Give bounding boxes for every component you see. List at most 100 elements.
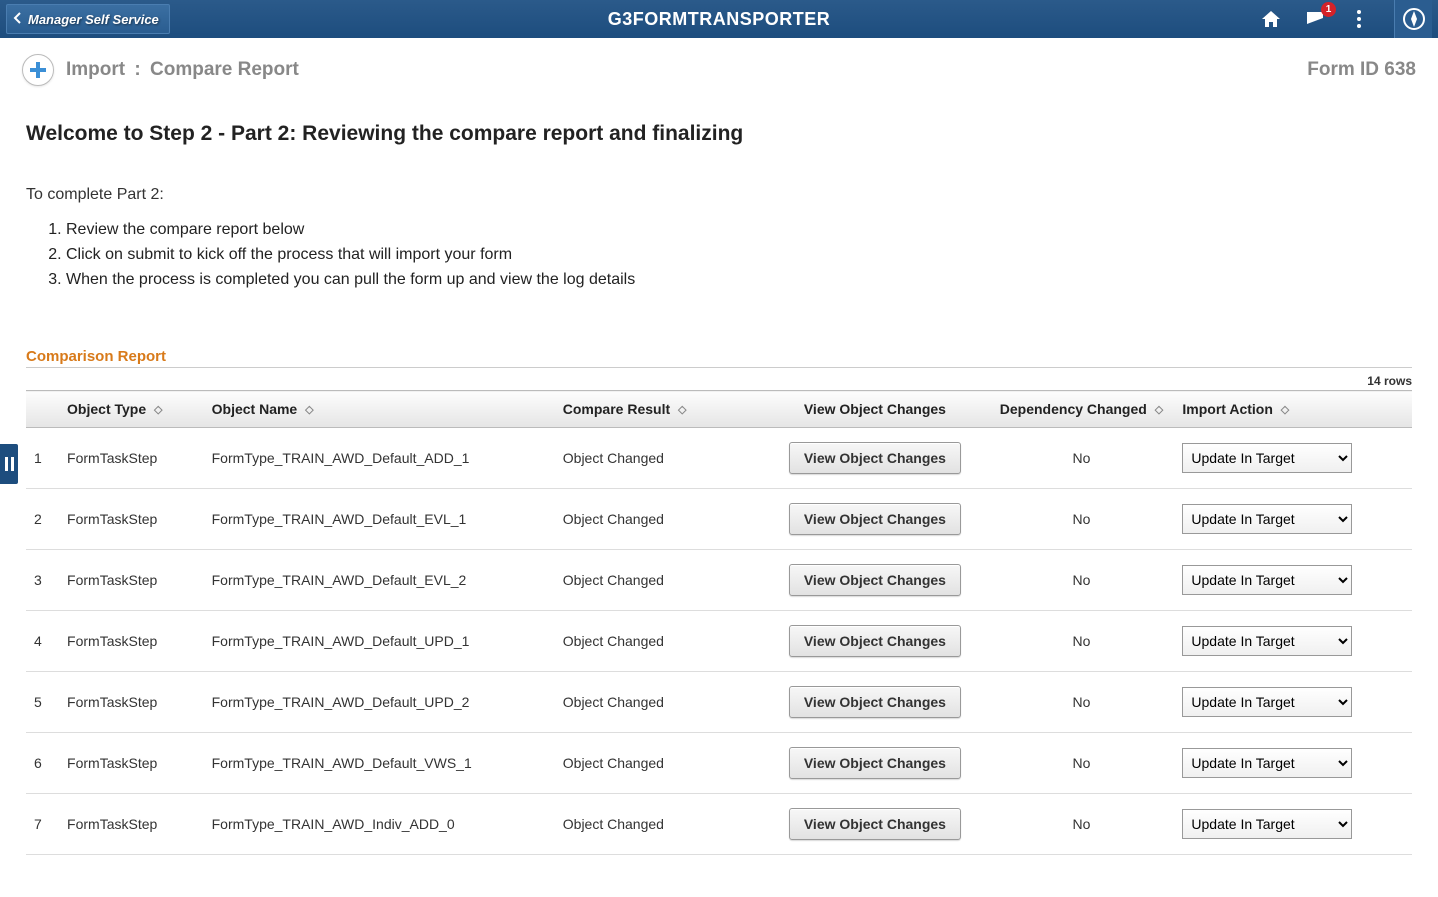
form-id: Form ID 638 (1307, 59, 1416, 81)
col-object-type[interactable]: Object Type ◇ (59, 391, 204, 428)
cell-object-name: FormType_TRAIN_AWD_Default_VWS_1 (204, 733, 555, 794)
instruction-item: When the process is completed you can pu… (66, 268, 1412, 293)
navbar-icon[interactable] (1394, 0, 1432, 38)
app-title: G3FORMTRANSPORTER (608, 9, 831, 30)
col-compare-result[interactable]: Compare Result ◇ (555, 391, 762, 428)
cell-import-action: Update In Target (1174, 733, 1412, 794)
topbar: Manager Self Service G3FORMTRANSPORTER 1 (0, 0, 1438, 38)
cell-dependency-changed: No (989, 733, 1175, 794)
import-action-select[interactable]: Update In Target (1182, 748, 1352, 778)
col-label: Compare Result (563, 401, 670, 417)
view-object-changes-button[interactable]: View Object Changes (789, 686, 961, 718)
cell-object-name: FormType_TRAIN_AWD_Default_UPD_2 (204, 672, 555, 733)
table-row: 5FormTaskStepFormType_TRAIN_AWD_Default_… (26, 672, 1412, 733)
actions-menu-icon[interactable] (1346, 6, 1372, 32)
topbar-icons: 1 (1258, 0, 1438, 38)
cell-import-action: Update In Target (1174, 489, 1412, 550)
cell-compare-result: Object Changed (555, 550, 762, 611)
view-object-changes-button[interactable]: View Object Changes (789, 625, 961, 657)
table-header-row: Object Type ◇ Object Name ◇ Compare Resu… (26, 391, 1412, 428)
cell-object-type: FormTaskStep (59, 611, 204, 672)
view-object-changes-button[interactable]: View Object Changes (789, 564, 961, 596)
cell-dependency-changed: No (989, 428, 1175, 489)
breadcrumb: Import : Compare Report (66, 59, 299, 81)
cell-import-action: Update In Target (1174, 611, 1412, 672)
import-action-select[interactable]: Update In Target (1182, 504, 1352, 534)
cell-rownum: 7 (26, 794, 59, 855)
cell-dependency-changed: No (989, 550, 1175, 611)
chevron-left-icon (13, 12, 22, 27)
section-title: Comparison Report (26, 348, 1412, 368)
import-action-select[interactable]: Update In Target (1182, 443, 1352, 473)
col-import-action[interactable]: Import Action ◇ (1174, 391, 1412, 428)
breadcrumb-leaf: Compare Report (150, 59, 299, 80)
view-object-changes-button[interactable]: View Object Changes (789, 808, 961, 840)
col-label: Dependency Changed (1000, 401, 1147, 417)
cell-view-changes: View Object Changes (761, 550, 988, 611)
cell-view-changes: View Object Changes (761, 672, 988, 733)
table-row: 3FormTaskStepFormType_TRAIN_AWD_Default_… (26, 550, 1412, 611)
form-id-value: 638 (1384, 59, 1416, 80)
cell-object-type: FormTaskStep (59, 550, 204, 611)
instructions-list: Review the compare report below Click on… (26, 218, 1412, 292)
cell-rownum: 3 (26, 550, 59, 611)
cell-dependency-changed: No (989, 794, 1175, 855)
cell-object-type: FormTaskStep (59, 794, 204, 855)
cell-compare-result: Object Changed (555, 733, 762, 794)
cell-view-changes: View Object Changes (761, 794, 988, 855)
comparison-table: Object Type ◇ Object Name ◇ Compare Resu… (26, 390, 1412, 855)
sort-icon: ◇ (154, 403, 162, 416)
view-object-changes-button[interactable]: View Object Changes (789, 503, 961, 535)
side-panel-toggle[interactable] (0, 444, 18, 484)
col-view-changes: View Object Changes (761, 391, 988, 428)
cell-rownum: 6 (26, 733, 59, 794)
table-row: 1FormTaskStepFormType_TRAIN_AWD_Default_… (26, 428, 1412, 489)
cell-object-name: FormType_TRAIN_AWD_Default_EVL_2 (204, 550, 555, 611)
instructions-lead: To complete Part 2: (26, 186, 1412, 204)
cell-view-changes: View Object Changes (761, 428, 988, 489)
back-label: Manager Self Service (28, 12, 159, 27)
subheader: Import : Compare Report Form ID 638 (0, 38, 1438, 94)
view-object-changes-button[interactable]: View Object Changes (789, 442, 961, 474)
breadcrumb-root: Import (66, 59, 125, 80)
cell-object-type: FormTaskStep (59, 733, 204, 794)
cell-compare-result: Object Changed (555, 428, 762, 489)
col-label: View Object Changes (804, 401, 946, 417)
table-row: 2FormTaskStepFormType_TRAIN_AWD_Default_… (26, 489, 1412, 550)
import-action-select[interactable]: Update In Target (1182, 687, 1352, 717)
cell-dependency-changed: No (989, 489, 1175, 550)
cell-view-changes: View Object Changes (761, 611, 988, 672)
import-action-select[interactable]: Update In Target (1182, 565, 1352, 595)
new-window-button[interactable] (22, 54, 54, 86)
sort-icon: ◇ (1281, 403, 1289, 416)
pause-icon (5, 457, 14, 471)
import-action-select[interactable]: Update In Target (1182, 626, 1352, 656)
form-id-label: Form ID (1307, 59, 1379, 80)
instruction-item: Review the compare report below (66, 218, 1412, 243)
notifications-icon[interactable]: 1 (1302, 6, 1328, 32)
instruction-item: Click on submit to kick off the process … (66, 243, 1412, 268)
col-label: Object Name (212, 401, 298, 417)
cell-object-name: FormType_TRAIN_AWD_Default_EVL_1 (204, 489, 555, 550)
content: Welcome to Step 2 - Part 2: Reviewing th… (0, 94, 1438, 865)
table-row: 4FormTaskStepFormType_TRAIN_AWD_Default_… (26, 611, 1412, 672)
cell-object-type: FormTaskStep (59, 672, 204, 733)
import-action-select[interactable]: Update In Target (1182, 809, 1352, 839)
cell-object-type: FormTaskStep (59, 489, 204, 550)
cell-object-name: FormType_TRAIN_AWD_Default_UPD_1 (204, 611, 555, 672)
page-title: Welcome to Step 2 - Part 2: Reviewing th… (26, 122, 1412, 146)
col-dependency-changed[interactable]: Dependency Changed ◇ (989, 391, 1175, 428)
cell-rownum: 1 (26, 428, 59, 489)
cell-compare-result: Object Changed (555, 794, 762, 855)
cell-compare-result: Object Changed (555, 672, 762, 733)
back-button[interactable]: Manager Self Service (6, 4, 170, 34)
cell-compare-result: Object Changed (555, 611, 762, 672)
cell-object-name: FormType_TRAIN_AWD_Indiv_ADD_0 (204, 794, 555, 855)
plus-icon (28, 60, 48, 80)
home-icon[interactable] (1258, 6, 1284, 32)
notification-badge: 1 (1321, 2, 1336, 17)
cell-import-action: Update In Target (1174, 672, 1412, 733)
col-object-name[interactable]: Object Name ◇ (204, 391, 555, 428)
col-rownum (26, 391, 59, 428)
view-object-changes-button[interactable]: View Object Changes (789, 747, 961, 779)
